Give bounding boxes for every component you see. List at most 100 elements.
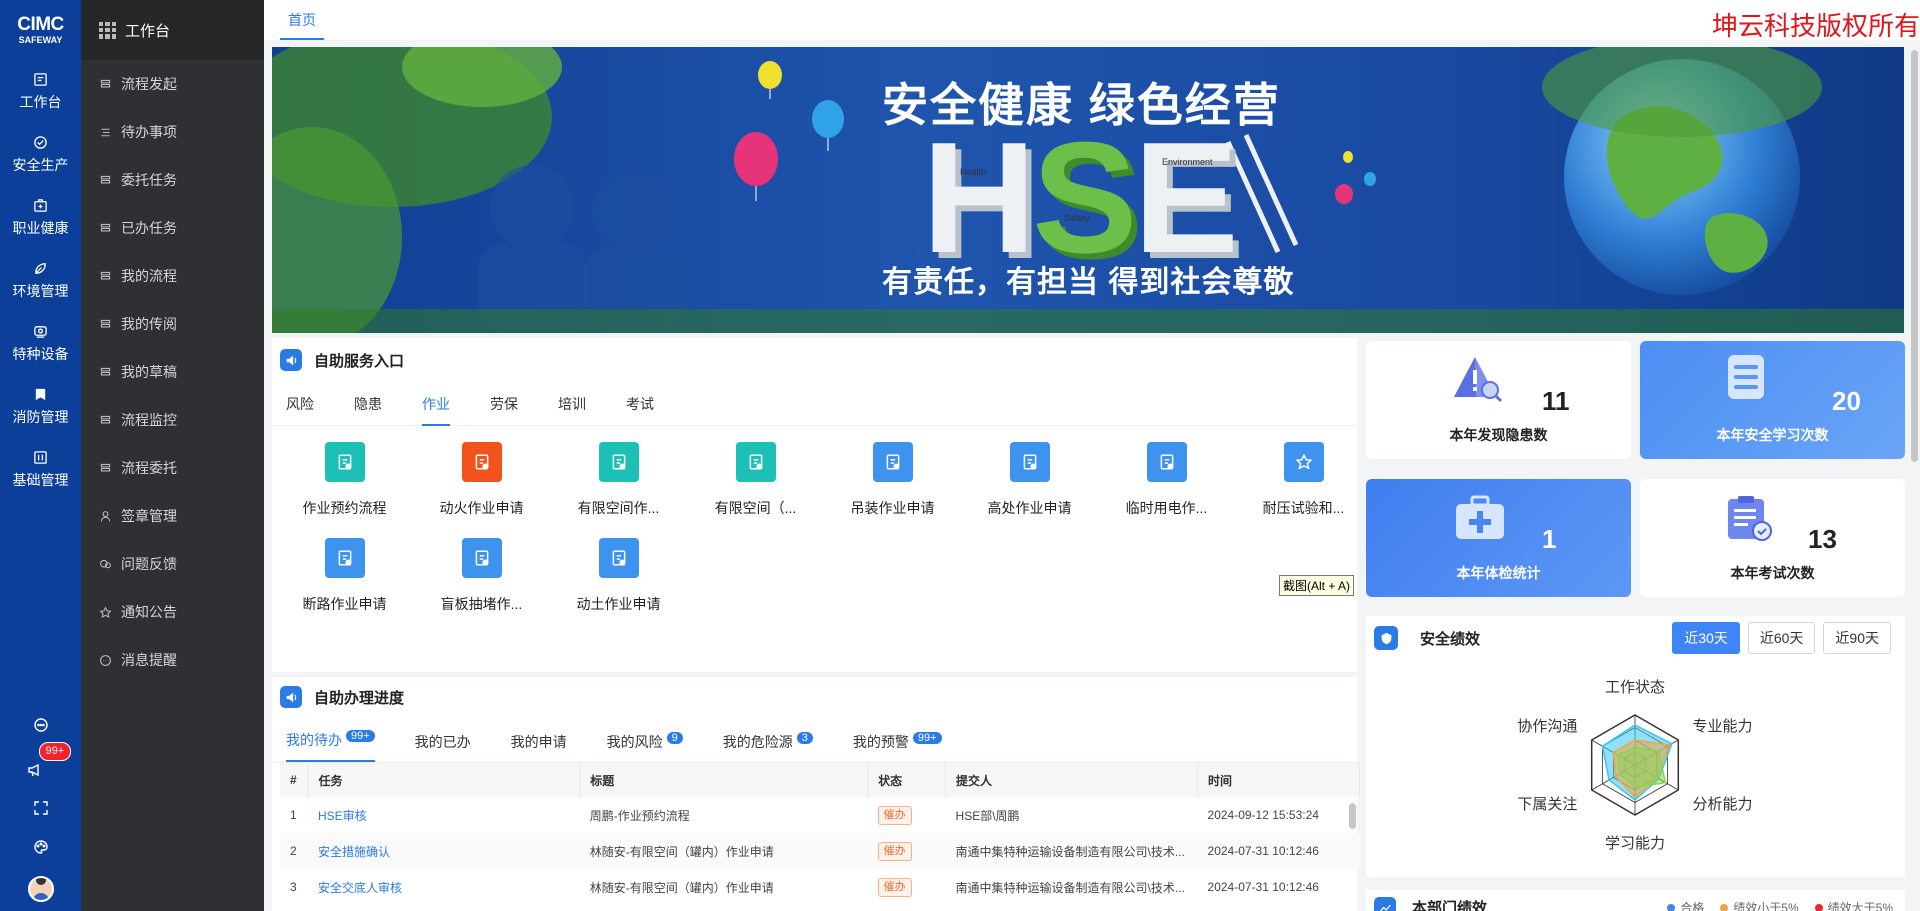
rail-item-workbench[interactable]: 工作台 — [0, 60, 81, 123]
self-service-grid: 作业预约流程 动火作业申请 有限空间作... 有限空间（... 吊装作业申请 高处作业申请… — [272, 426, 1357, 614]
rail-item-label: 安全生产 — [12, 156, 69, 173]
list-icon — [100, 415, 111, 423]
progress-tab[interactable]: 我的申请 — [511, 732, 567, 762]
megaphone-icon — [27, 763, 39, 777]
sidebar-item-label: 我的传阅 — [121, 316, 177, 332]
progress-tab[interactable]: 我的已办 — [415, 732, 471, 762]
status-badge[interactable]: 催办 — [877, 805, 912, 825]
shield-check-icon — [34, 135, 47, 149]
row-number: 3 — [290, 880, 297, 894]
sidebar-item-my-circulate[interactable]: 我的传阅 — [81, 300, 264, 348]
table-row[interactable]: 1 HSE审核 周鹏-作业预约流程 催办 HSE部\周鹏 2024-09-12 15:53… — [280, 797, 1360, 833]
service-tab[interactable]: 作业 — [422, 382, 450, 426]
stat-card-medical[interactable]: 1 本年体检统计 — [1366, 479, 1631, 597]
rail-item-occupational-health[interactable]: 职业健康 — [0, 186, 81, 249]
stat-label: 本年安全学习次数 — [1716, 427, 1829, 443]
form-icon — [475, 550, 488, 566]
legend-below: 绩效小于5% — [1720, 899, 1799, 911]
service-item[interactable]: 有限空间作... — [550, 442, 687, 518]
service-label: 作业预约流程 — [302, 500, 387, 516]
stat-value: 11 — [1542, 386, 1570, 416]
sidebar-item-my-process[interactable]: 我的流程 — [81, 252, 264, 300]
self-service-title: 自助服务入口 — [272, 338, 1357, 382]
progress-tab[interactable]: 我的预警 99+ — [853, 732, 942, 762]
service-item[interactable]: 盲板抽堵作... — [413, 538, 550, 614]
progress-tab[interactable]: 我的风险 9 — [607, 732, 683, 762]
sidebar-item-process-delegate[interactable]: 流程委托 — [81, 444, 264, 492]
sidebar-item-process-monitor[interactable]: 流程监控 — [81, 396, 264, 444]
rail-item-label: 消防管理 — [12, 408, 69, 425]
grid-icon — [99, 21, 116, 39]
progress-tab[interactable]: 我的待办 99+ — [286, 730, 375, 762]
notification-button[interactable]: 99+ — [0, 742, 81, 778]
table-row[interactable]: 3 安全交底人审核 林随安-有限空间（罐内）作业申请 催办 南通中集特种运输设备制造有限… — [280, 869, 1360, 905]
sidebar-item-process-start[interactable]: 流程发起 — [81, 60, 264, 108]
sidebar-item-todo[interactable]: 待办事项 — [81, 108, 264, 156]
sidebar-item-delegated[interactable]: 委托任务 — [81, 156, 264, 204]
stat-card-learning[interactable]: 20 本年安全学习次数 — [1640, 341, 1905, 459]
rail-item-fire-management[interactable]: 消防管理 — [0, 375, 81, 438]
service-item[interactable]: 动火作业申请 — [413, 442, 550, 518]
table-scrollbar[interactable] — [1349, 803, 1356, 829]
task-link[interactable]: 安全措施确认 — [307, 833, 580, 869]
status-badge[interactable]: 催办 — [877, 877, 912, 897]
sidebar-item-label: 已办任务 — [121, 220, 177, 236]
status-badge[interactable]: 催办 — [877, 841, 912, 861]
rail-item-basic-management[interactable]: 基础管理 — [0, 438, 81, 501]
service-item[interactable]: 吊装作业申请 — [824, 442, 961, 518]
hse-word-health: Health — [960, 167, 987, 177]
sidebar-item-notice[interactable]: 通知公告 — [81, 588, 264, 636]
service-tab[interactable]: 风险 — [286, 382, 314, 426]
table-row[interactable]: 2 安全措施确认 林随安-有限空间（罐内）作业申请 催办 南通中集特种运输设备制造有限公… — [280, 833, 1360, 869]
progress-tab[interactable]: 我的危险源 3 — [723, 732, 813, 762]
service-tab[interactable]: 劳保 — [490, 382, 518, 426]
sidebar-item-seal-management[interactable]: 签章管理 — [81, 492, 264, 540]
leaf-icon — [35, 262, 46, 274]
count-badge: 3 — [796, 732, 813, 744]
sidebar-item-message-reminder[interactable]: 消息提醒 — [81, 636, 264, 684]
medical-box-icon — [1456, 495, 1504, 539]
range-button[interactable]: 近60天 — [1747, 622, 1816, 654]
row-submitter: 南通中集特种运输设备制造有限公司\技术... — [945, 833, 1198, 869]
range-button[interactable]: 近30天 — [1672, 622, 1740, 654]
service-tab[interactable]: 考试 — [626, 382, 654, 426]
rail-item-special-equipment[interactable]: 特种设备 — [0, 312, 81, 375]
service-item[interactable]: 有限空间（... — [687, 442, 824, 518]
tab-home[interactable]: 首页 — [280, 0, 324, 40]
task-link[interactable]: HSE审核 — [308, 797, 580, 833]
rail-item-safety-production[interactable]: 安全生产 — [0, 123, 81, 186]
service-tab[interactable]: 隐患 — [354, 382, 382, 426]
stat-card-exams[interactable]: 13 本年考试次数 — [1640, 479, 1905, 597]
service-icon — [735, 442, 776, 482]
service-tab[interactable]: 培训 — [558, 382, 586, 426]
hse-word-environment: Environment — [1162, 157, 1213, 167]
user-avatar-button[interactable] — [0, 876, 81, 902]
page-scrollbar[interactable] — [1911, 50, 1918, 462]
sidebar-item-my-draft[interactable]: 我的草稿 — [81, 348, 264, 396]
stat-card-hazards[interactable]: 11 本年发现隐患数 — [1366, 341, 1631, 459]
theme-button[interactable] — [0, 839, 81, 855]
service-item[interactable]: 高处作业申请 — [961, 442, 1098, 518]
stat-label: 本年考试次数 — [1730, 565, 1815, 581]
rail-item-environment[interactable]: 环境管理 — [0, 249, 81, 312]
count-badge: 99+ — [346, 730, 375, 742]
sidebar-item-label: 流程委托 — [121, 460, 177, 476]
sidebar-item-feedback[interactable]: 问题反馈 — [81, 540, 264, 588]
list-icon — [100, 367, 111, 375]
service-item[interactable]: 断路作业申请 — [276, 538, 413, 614]
chat-button[interactable] — [0, 717, 81, 733]
service-item[interactable]: 动土作业申请 — [550, 538, 687, 614]
service-item[interactable]: 临时用电作... — [1098, 442, 1235, 518]
fullscreen-button[interactable] — [0, 800, 81, 816]
range-button[interactable]: 近90天 — [1823, 622, 1891, 654]
sidebar-item-label: 流程发起 — [121, 76, 177, 92]
sidebar-item-label: 我的流程 — [121, 268, 177, 284]
service-label: 临时用电作... — [1125, 500, 1208, 516]
sidebar-item-label: 委托任务 — [121, 172, 177, 188]
task-link[interactable]: 安全交底人审核 — [308, 869, 580, 905]
service-item[interactable]: 耐压试验和... — [1235, 442, 1372, 518]
todo-table: # 任务 标题 状态 提交人 时间 1 HSE审核 周鹏-作业预约流程 催办 HSE部\周鹏 202… — [280, 763, 1360, 905]
service-item[interactable]: 作业预约流程 — [276, 442, 413, 518]
sidebar-item-done[interactable]: 已办任务 — [81, 204, 264, 252]
form-icon — [475, 454, 488, 470]
